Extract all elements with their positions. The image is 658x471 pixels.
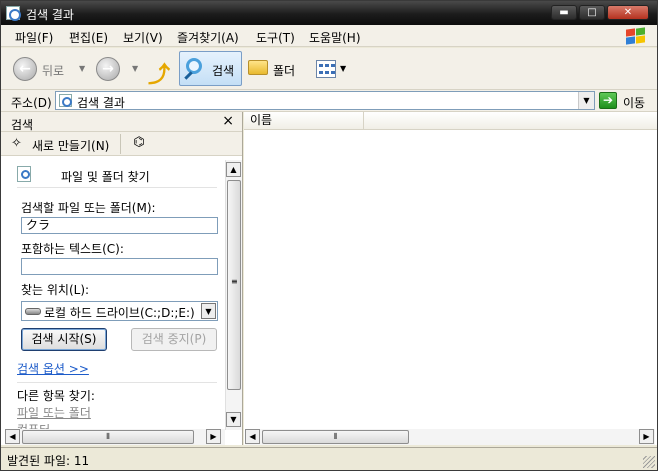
search-results-icon xyxy=(6,6,21,21)
menu-favorites[interactable]: 즐겨찾기(A) xyxy=(177,29,239,46)
scroll-left-icon[interactable]: ◀ xyxy=(245,429,260,444)
up-folder-icon[interactable]: ⤴ xyxy=(148,57,170,88)
search-pane-vertical-scrollbar[interactable]: ▲ ≡ ▼ xyxy=(225,160,242,430)
look-in-value: 로컬 하드 드라이브(C:;D:;E:) xyxy=(44,306,195,320)
horizontal-scroll-thumb[interactable]: ⦀ xyxy=(22,430,194,444)
search-pane-title: 검색 xyxy=(11,118,34,132)
close-button[interactable]: ✕ xyxy=(607,5,649,20)
back-history-caret-icon[interactable]: ▼ xyxy=(79,64,85,73)
find-files-folders-link[interactable]: 파일 또는 폴더 xyxy=(17,404,91,421)
window-controls: ▬ □ ✕ xyxy=(551,5,649,20)
menu-edit[interactable]: 편집(E) xyxy=(69,29,108,46)
address-bar: 주소(D) 검색 결과 ▼ ➔ 이동 xyxy=(1,90,657,112)
search-pane-close-icon[interactable]: × xyxy=(222,113,234,129)
column-name-header[interactable]: 이름 xyxy=(244,112,364,130)
hard-drive-icon xyxy=(25,308,41,315)
look-in-label: 찾는 위치(L): xyxy=(21,283,90,297)
search-pane-horizontal-scrollbar[interactable]: ◀ ⦀ ▶ xyxy=(5,429,225,445)
explorer-window: 검색 결과 ▬ □ ✕ 파일(F) 편집(E) 보기(V) 즐겨찾기(A) 도구… xyxy=(0,0,658,471)
scroll-up-icon[interactable]: ▲ xyxy=(226,162,241,177)
start-search-button[interactable]: 검색 시작(S) xyxy=(21,328,107,351)
status-bar: 발견된 파일: 11 xyxy=(1,447,657,470)
section-header: 파일 및 폴더 찾기 xyxy=(17,166,217,188)
results-pane: 이름 ◀ ⦀ ▶ xyxy=(244,112,657,445)
stop-search-button[interactable]: 검색 중지(P) xyxy=(131,328,217,351)
search-results-icon xyxy=(59,94,72,107)
menu-help[interactable]: 도움말(H) xyxy=(309,29,361,46)
results-column-header: 이름 xyxy=(244,112,657,130)
folders-button-label[interactable]: 폴더 xyxy=(273,62,295,79)
containing-text-label: 포함하는 텍스트(C): xyxy=(21,242,124,256)
find-files-icon xyxy=(17,166,31,182)
menu-bar: 파일(F) 편집(E) 보기(V) 즐겨찾기(A) 도구(T) 도움말(H) xyxy=(1,25,657,47)
search-pane: 검색 × ✧ 새로 만들기(N) ⌬ 파일 및 폴더 찾기 검색할 파일 또는 … xyxy=(1,112,243,445)
menu-file[interactable]: 파일(F) xyxy=(15,29,53,46)
windows-logo-icon xyxy=(623,26,649,46)
address-value: 검색 결과 xyxy=(77,96,125,110)
address-dropdown-icon[interactable]: ▼ xyxy=(578,92,594,109)
back-arrow-icon[interactable]: ← xyxy=(13,57,37,81)
toolbar: ← 뒤로 ▼ → ▼ ⤴ 검색 폴더 ▼ xyxy=(1,48,657,90)
new-search-button[interactable]: ✧ 새로 만들기(N) xyxy=(5,134,121,154)
window-title: 검색 결과 xyxy=(26,8,74,22)
go-button-label[interactable]: 이동 xyxy=(623,94,645,111)
search-button[interactable]: 검색 xyxy=(179,51,242,86)
file-name-label: 검색할 파일 또는 폴더(M): xyxy=(21,201,156,215)
view-caret-icon[interactable]: ▼ xyxy=(340,64,346,73)
scroll-left-icon[interactable]: ◀ xyxy=(5,429,20,444)
scroll-right-icon[interactable]: ▶ xyxy=(639,429,654,444)
forward-arrow-icon[interactable]: → xyxy=(96,57,120,81)
forward-history-caret-icon[interactable]: ▼ xyxy=(132,64,138,73)
folders-icon[interactable] xyxy=(248,60,268,75)
section-title: 파일 및 폴더 찾기 xyxy=(61,170,150,184)
search-button-label: 검색 xyxy=(212,64,235,78)
horizontal-scroll-thumb[interactable]: ⦀ xyxy=(262,430,409,444)
menu-view[interactable]: 보기(V) xyxy=(123,29,163,46)
other-items-label: 다른 항목 찾기: xyxy=(17,389,95,403)
search-pane-header: 검색 × xyxy=(1,112,242,132)
title-bar: 검색 결과 ▬ □ ✕ xyxy=(1,1,657,25)
new-search-label: 새로 만들기(N) xyxy=(32,139,110,153)
file-name-input[interactable]: クラ xyxy=(21,217,218,234)
found-files-count: 발견된 파일: 11 xyxy=(7,454,90,468)
menu-tools[interactable]: 도구(T) xyxy=(256,29,295,46)
view-menu-icon[interactable] xyxy=(316,60,336,78)
search-pane-toolbar: ✧ 새로 만들기(N) ⌬ xyxy=(1,132,242,156)
search-options-link[interactable]: 검색 옵션 >> xyxy=(17,360,89,377)
new-search-icon: ✧ xyxy=(11,136,22,151)
resize-grip-icon[interactable] xyxy=(643,456,655,468)
search-companion-icon[interactable]: ⌬ xyxy=(127,134,151,154)
results-horizontal-scrollbar[interactable]: ◀ ⦀ ▶ xyxy=(245,429,655,445)
address-label: 주소(D) xyxy=(11,96,52,110)
look-in-dropdown-icon[interactable]: ▼ xyxy=(201,303,216,319)
search-form: 파일 및 폴더 찾기 검색할 파일 또는 폴더(M): クラ 포함하는 텍스트(… xyxy=(1,160,225,430)
scroll-down-icon[interactable]: ▼ xyxy=(226,412,241,427)
containing-text-input[interactable] xyxy=(21,258,218,275)
scroll-right-icon[interactable]: ▶ xyxy=(206,429,221,444)
back-button-label[interactable]: 뒤로 xyxy=(42,62,64,79)
maximize-button[interactable]: □ xyxy=(579,5,605,20)
address-field[interactable]: 검색 결과 ▼ xyxy=(55,91,595,110)
minimize-button[interactable]: ▬ xyxy=(551,5,577,20)
scroll-thumb[interactable]: ≡ xyxy=(227,180,241,390)
look-in-select[interactable]: 로컬 하드 드라이브(C:;D:;E:) ▼ xyxy=(21,301,218,321)
go-arrow-icon[interactable]: ➔ xyxy=(599,92,617,109)
